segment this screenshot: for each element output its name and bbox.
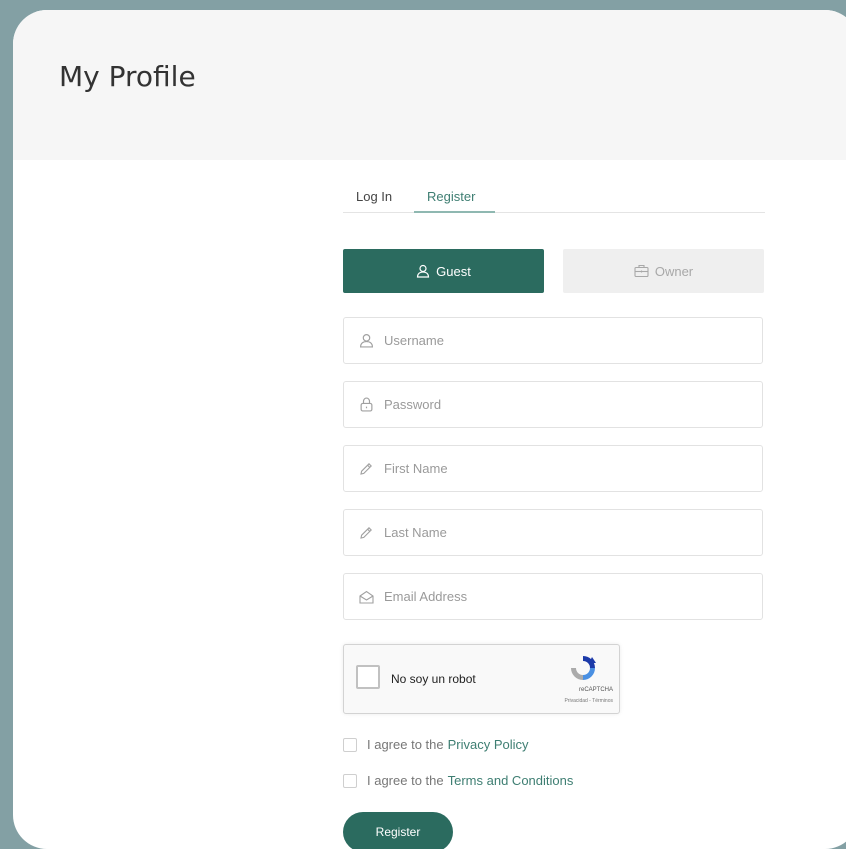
terms-prefix: I agree to the <box>367 773 444 788</box>
terms-checkbox[interactable] <box>343 773 357 788</box>
tab-login[interactable]: Log In <box>356 190 392 204</box>
tab-register[interactable]: Register <box>427 190 475 204</box>
privacy-policy-link[interactable]: Privacy Policy <box>448 737 529 752</box>
user-icon <box>357 332 375 350</box>
auth-tabs: Log In Register <box>343 160 765 213</box>
recaptcha-checkbox[interactable] <box>356 665 380 689</box>
guest-label: Guest <box>436 263 471 279</box>
password-input[interactable] <box>384 397 762 412</box>
owner-role-button[interactable]: Owner <box>563 249 764 293</box>
lock-icon <box>357 396 375 414</box>
username-input[interactable] <box>384 333 762 348</box>
privacy-prefix: I agree to the <box>367 737 444 752</box>
terms-link[interactable]: Terms and Conditions <box>448 773 574 788</box>
email-field <box>343 573 763 620</box>
briefcase-icon <box>634 264 649 278</box>
terms-agreement: I agree to the Terms and Conditions <box>343 773 573 788</box>
profile-card: My Profile Log In Register Guest Owner U… <box>13 10 846 849</box>
privacy-checkbox[interactable] <box>343 737 357 752</box>
recaptcha-links[interactable]: Privacidad - Términos <box>564 698 613 704</box>
guest-role-button[interactable]: Guest <box>343 249 544 293</box>
page-title: My Profile <box>59 60 196 93</box>
email-input[interactable] <box>384 589 762 604</box>
first-name-field <box>343 445 763 492</box>
pencil-icon <box>357 524 375 542</box>
first-name-input[interactable] <box>384 461 762 476</box>
privacy-agreement: I agree to the Privacy Policy <box>343 737 529 752</box>
last-name-field <box>343 509 763 556</box>
profile-header: My Profile <box>13 10 846 160</box>
password-field <box>343 381 763 428</box>
last-name-input[interactable] <box>384 525 762 540</box>
role-selector: Guest Owner <box>343 249 765 294</box>
owner-label: Owner <box>654 263 694 279</box>
recaptcha-logo-icon <box>568 653 598 688</box>
active-tab-indicator <box>414 211 495 213</box>
recaptcha-label: No soy un robot <box>391 672 476 686</box>
pencil-icon <box>357 460 375 478</box>
register-button[interactable]: Register <box>343 812 453 849</box>
username-field <box>343 317 763 364</box>
envelope-icon <box>357 588 375 606</box>
recaptcha-widget: No soy un robot reCAPTCHA Privacidad - T… <box>343 644 620 714</box>
auth-form: Log In Register Guest Owner Username Fir… <box>343 160 765 849</box>
recaptcha-brand: reCAPTCHA <box>578 687 613 693</box>
user-icon <box>416 264 430 278</box>
